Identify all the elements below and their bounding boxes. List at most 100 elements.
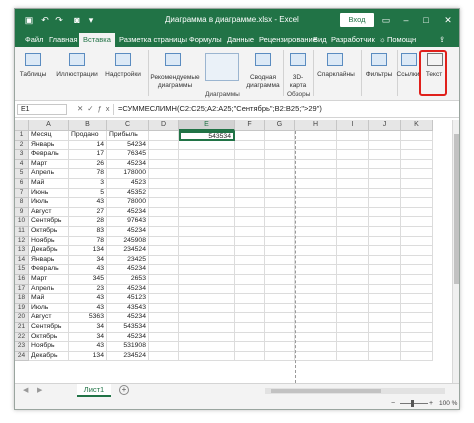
empty-cell[interactable] <box>179 217 235 227</box>
empty-cell[interactable] <box>295 159 337 170</box>
empty-cell[interactable] <box>337 313 369 323</box>
empty-cell[interactable] <box>369 351 401 362</box>
row-header[interactable]: 2 <box>15 140 29 151</box>
table-cell[interactable]: Ноябрь <box>29 342 69 352</box>
row-header[interactable]: 1 <box>15 131 29 141</box>
vertical-scroll-thumb[interactable] <box>454 134 459 284</box>
empty-cell[interactable] <box>265 255 295 266</box>
empty-cell[interactable] <box>179 275 235 285</box>
empty-cell[interactable] <box>235 265 265 275</box>
links-icon[interactable] <box>401 53 417 66</box>
empty-cell[interactable] <box>401 323 433 333</box>
table-cell[interactable]: Ноябрь <box>29 236 69 247</box>
tab-home[interactable]: Главная <box>45 33 82 47</box>
empty-cell[interactable] <box>369 169 401 179</box>
table-cell[interactable]: 97643 <box>107 217 149 227</box>
empty-cell[interactable] <box>235 198 265 208</box>
empty-cell[interactable] <box>179 236 235 247</box>
empty-cell[interactable] <box>295 207 337 218</box>
table-cell[interactable]: 3 <box>69 179 107 189</box>
row-header[interactable]: 12 <box>15 236 29 247</box>
empty-cell[interactable] <box>337 236 369 247</box>
empty-cell[interactable] <box>401 265 433 275</box>
sheet-next-icon[interactable]: ▶ <box>37 386 42 394</box>
empty-cell[interactable] <box>337 275 369 285</box>
empty-cell[interactable] <box>401 227 433 237</box>
empty-cell[interactable] <box>337 150 369 160</box>
table-cell[interactable]: 27 <box>69 207 107 218</box>
empty-cell[interactable] <box>265 323 295 333</box>
empty-cell[interactable] <box>265 246 295 256</box>
tables-button[interactable]: Таблицы <box>17 71 49 78</box>
table-cell[interactable]: 17 <box>69 150 107 160</box>
empty-cell[interactable] <box>401 159 433 170</box>
empty-cell[interactable] <box>337 294 369 304</box>
row-header[interactable]: 17 <box>15 284 29 295</box>
empty-cell[interactable] <box>235 159 265 170</box>
table-cell[interactable]: 34 <box>69 323 107 333</box>
table-cell[interactable]: 43 <box>69 198 107 208</box>
empty-cell[interactable] <box>369 332 401 343</box>
empty-cell[interactable] <box>337 131 369 141</box>
empty-cell[interactable] <box>235 227 265 237</box>
empty-cell[interactable] <box>235 217 265 227</box>
empty-cell[interactable] <box>401 150 433 160</box>
table-cell[interactable]: 43 <box>69 342 107 352</box>
empty-cell[interactable] <box>369 275 401 285</box>
empty-cell[interactable] <box>149 236 179 247</box>
empty-cell[interactable] <box>369 284 401 295</box>
table-cell[interactable]: 43 <box>69 303 107 314</box>
empty-cell[interactable] <box>337 140 369 151</box>
login-button[interactable]: Вход <box>340 13 374 27</box>
table-cell[interactable]: 78000 <box>107 198 149 208</box>
empty-cell[interactable] <box>149 342 179 352</box>
sparklines-icon[interactable] <box>327 53 343 66</box>
empty-cell[interactable] <box>401 246 433 256</box>
table-cell[interactable]: Февраль <box>29 150 69 160</box>
empty-cell[interactable] <box>401 332 433 343</box>
empty-cell[interactable] <box>337 169 369 179</box>
maximize-icon[interactable]: □ <box>419 13 433 27</box>
table-cell[interactable]: 54234 <box>107 140 149 151</box>
table-cell[interactable]: Июнь <box>29 188 69 199</box>
empty-cell[interactable] <box>149 188 179 199</box>
empty-cell[interactable] <box>265 131 295 141</box>
table-cell[interactable]: 2653 <box>107 275 149 285</box>
empty-cell[interactable] <box>295 313 337 323</box>
empty-cell[interactable] <box>149 313 179 323</box>
empty-cell[interactable] <box>149 265 179 275</box>
empty-cell[interactable] <box>401 284 433 295</box>
empty-cell[interactable] <box>337 255 369 266</box>
empty-cell[interactable] <box>295 179 337 189</box>
empty-cell[interactable] <box>149 284 179 295</box>
table-cell[interactable]: Август <box>29 313 69 323</box>
chart-types-icon[interactable] <box>205 53 239 81</box>
table-cell[interactable]: Январь <box>29 255 69 266</box>
tab-file[interactable]: Файл <box>21 33 47 47</box>
table-cell[interactable]: Май <box>29 179 69 189</box>
pivot-chart-label-1[interactable]: Сводная <box>245 74 281 81</box>
table-cell[interactable]: Июль <box>29 198 69 208</box>
table-cell[interactable]: Апрель <box>29 284 69 295</box>
empty-cell[interactable] <box>337 323 369 333</box>
empty-cell[interactable] <box>337 332 369 343</box>
empty-cell[interactable] <box>369 217 401 227</box>
table-cell[interactable]: 43 <box>69 294 107 304</box>
empty-cell[interactable] <box>235 332 265 343</box>
table-cell[interactable]: 345 <box>69 275 107 285</box>
empty-cell[interactable] <box>235 179 265 189</box>
horizontal-scrollbar[interactable] <box>265 388 445 394</box>
undo-icon[interactable]: ↶ <box>39 14 51 26</box>
empty-cell[interactable] <box>401 342 433 352</box>
table-cell[interactable]: 45234 <box>107 207 149 218</box>
tables-icon[interactable] <box>25 53 41 66</box>
empty-cell[interactable] <box>295 236 337 247</box>
empty-cell[interactable] <box>401 207 433 218</box>
table-cell[interactable]: 23425 <box>107 255 149 266</box>
row-header[interactable]: 20 <box>15 313 29 323</box>
table-cell[interactable]: 543534 <box>107 323 149 333</box>
empty-cell[interactable] <box>369 179 401 189</box>
table-cell[interactable]: 28 <box>69 217 107 227</box>
row-header[interactable]: 21 <box>15 323 29 333</box>
empty-cell[interactable] <box>235 150 265 160</box>
